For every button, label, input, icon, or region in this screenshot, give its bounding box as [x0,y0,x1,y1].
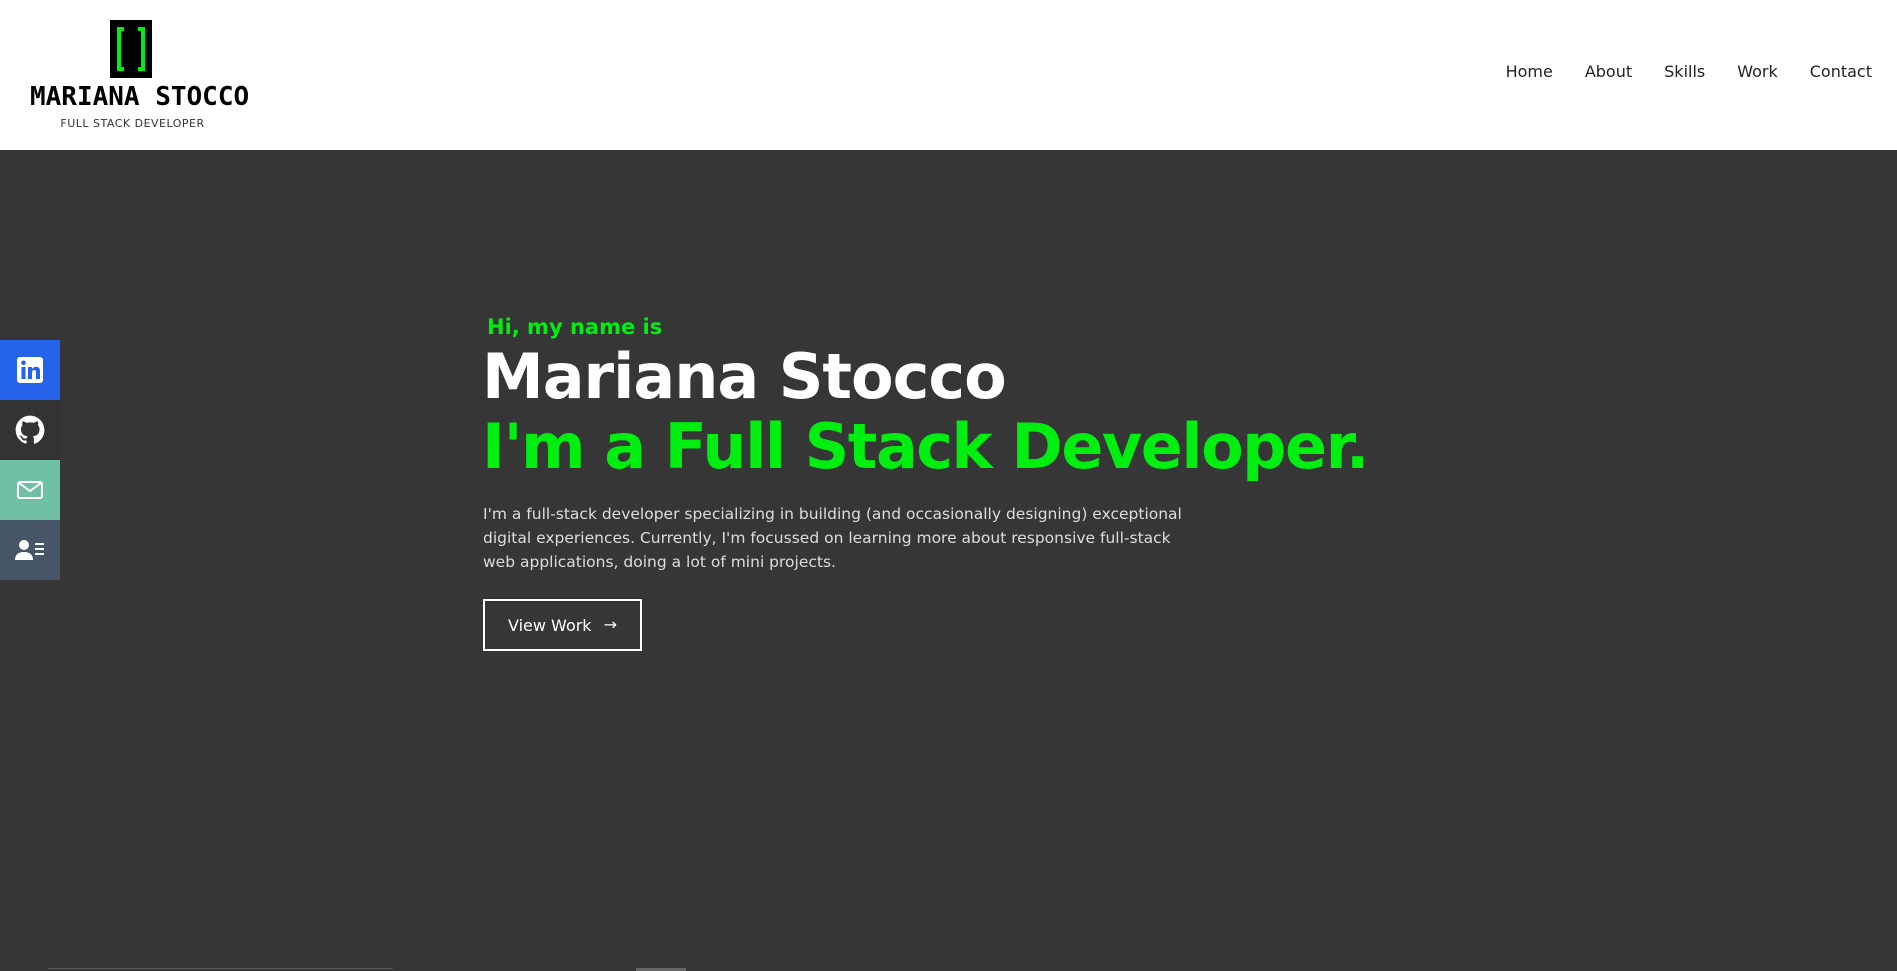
github-icon [15,415,45,444]
social-sidebar [0,340,60,580]
logo[interactable]: MARIANA STOCCO FULL STACK DEVELOPER [30,20,250,132]
nav-item-about[interactable]: About [1585,62,1632,81]
logo-tagline: FULL STACK DEVELOPER [60,117,205,130]
view-work-button[interactable]: View Work → [483,599,642,651]
view-work-label: View Work [508,615,592,635]
linkedin-icon [17,357,43,383]
bracket-logo-icon [110,20,152,78]
email-link[interactable] [0,460,60,520]
linkedin-link[interactable] [0,340,60,400]
main-nav: Home About Skills Work Contact [1506,62,1872,81]
hero-intro: Hi, my name is [487,315,663,339]
divider [48,968,393,969]
resume-link[interactable] [0,520,60,580]
arrow-right-icon: → [603,615,617,634]
resume-icon [15,540,44,560]
nav-item-contact[interactable]: Contact [1810,62,1872,81]
hero-role: I'm a Full Stack Developer. [482,410,1369,483]
nav-item-work[interactable]: Work [1737,62,1778,81]
logo-name: MARIANA STOCCO [30,82,250,112]
site-header: MARIANA STOCCO FULL STACK DEVELOPER Home… [0,0,1897,150]
nav-item-home[interactable]: Home [1506,62,1553,81]
nav-item-skills[interactable]: Skills [1664,62,1705,81]
mail-icon [17,481,43,499]
hero-name: Mariana Stocco [482,340,1007,413]
hero-description: I'm a full-stack developer specializing … [483,505,1182,571]
github-link[interactable] [0,400,60,460]
